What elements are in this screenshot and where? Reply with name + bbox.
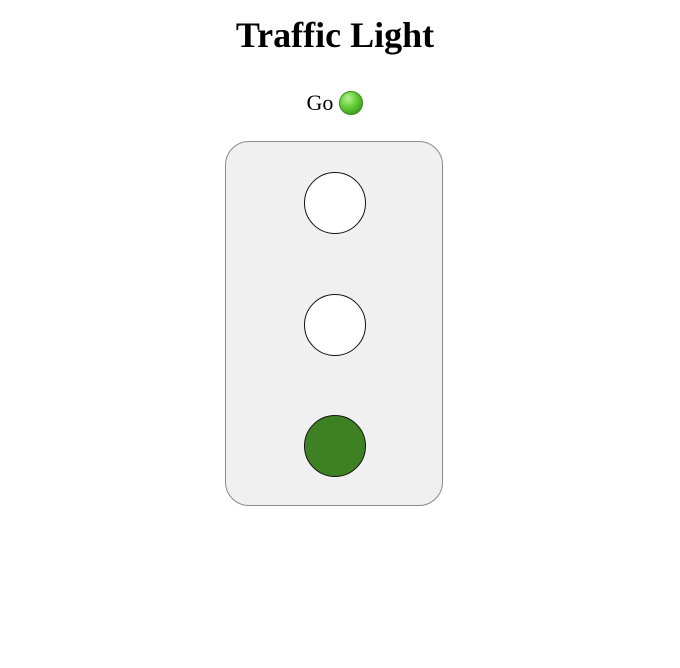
status-indicator: Go (0, 86, 670, 118)
traffic-light-housing (225, 141, 443, 506)
status-label: Go (306, 89, 334, 115)
yellow-lamp (304, 294, 366, 356)
green-circle-icon (339, 90, 364, 115)
green-lamp (304, 415, 366, 477)
page-title: Traffic Light (235, 15, 435, 55)
red-lamp (304, 172, 366, 234)
